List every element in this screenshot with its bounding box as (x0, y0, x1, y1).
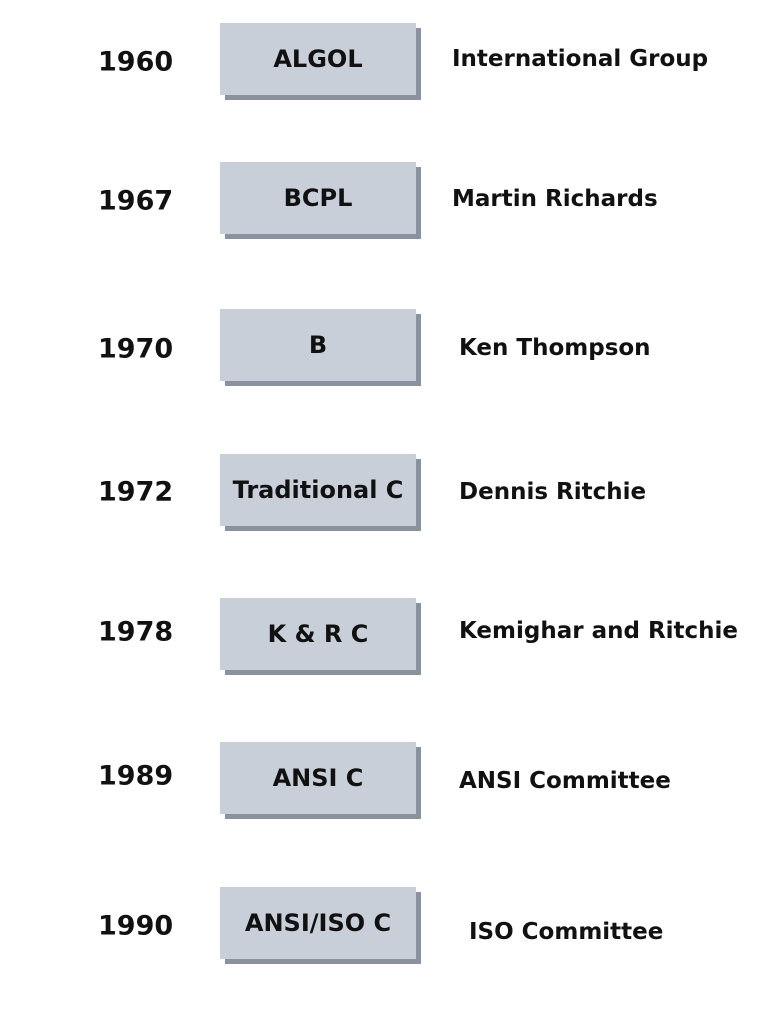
creator-label: ISO Committee (469, 919, 664, 945)
language-box: BCPL (220, 162, 416, 234)
language-box: Traditional C (220, 454, 416, 526)
year-label: 1989 (98, 760, 174, 792)
language-box: ANSI/ISO C (220, 887, 416, 959)
creator-label: Martin Richards (452, 186, 658, 212)
language-box: B (220, 309, 416, 381)
creator-label: Dennis Ritchie (459, 479, 647, 505)
year-label: 1972 (98, 476, 174, 508)
year-label: 1990 (98, 910, 174, 942)
language-box: K & R C (220, 598, 416, 670)
year-label: 1960 (98, 46, 174, 78)
creator-label: Kemighar and Ritchie (459, 618, 739, 644)
creator-label: Ken Thompson (459, 335, 651, 361)
year-label: 1978 (98, 616, 174, 648)
year-label: 1970 (98, 333, 174, 365)
language-box: ALGOL (220, 23, 416, 95)
creator-label: International Group (452, 46, 709, 72)
language-box: ANSI C (220, 742, 416, 814)
year-label: 1967 (98, 185, 174, 217)
creator-label: ANSI Committee (459, 768, 671, 794)
